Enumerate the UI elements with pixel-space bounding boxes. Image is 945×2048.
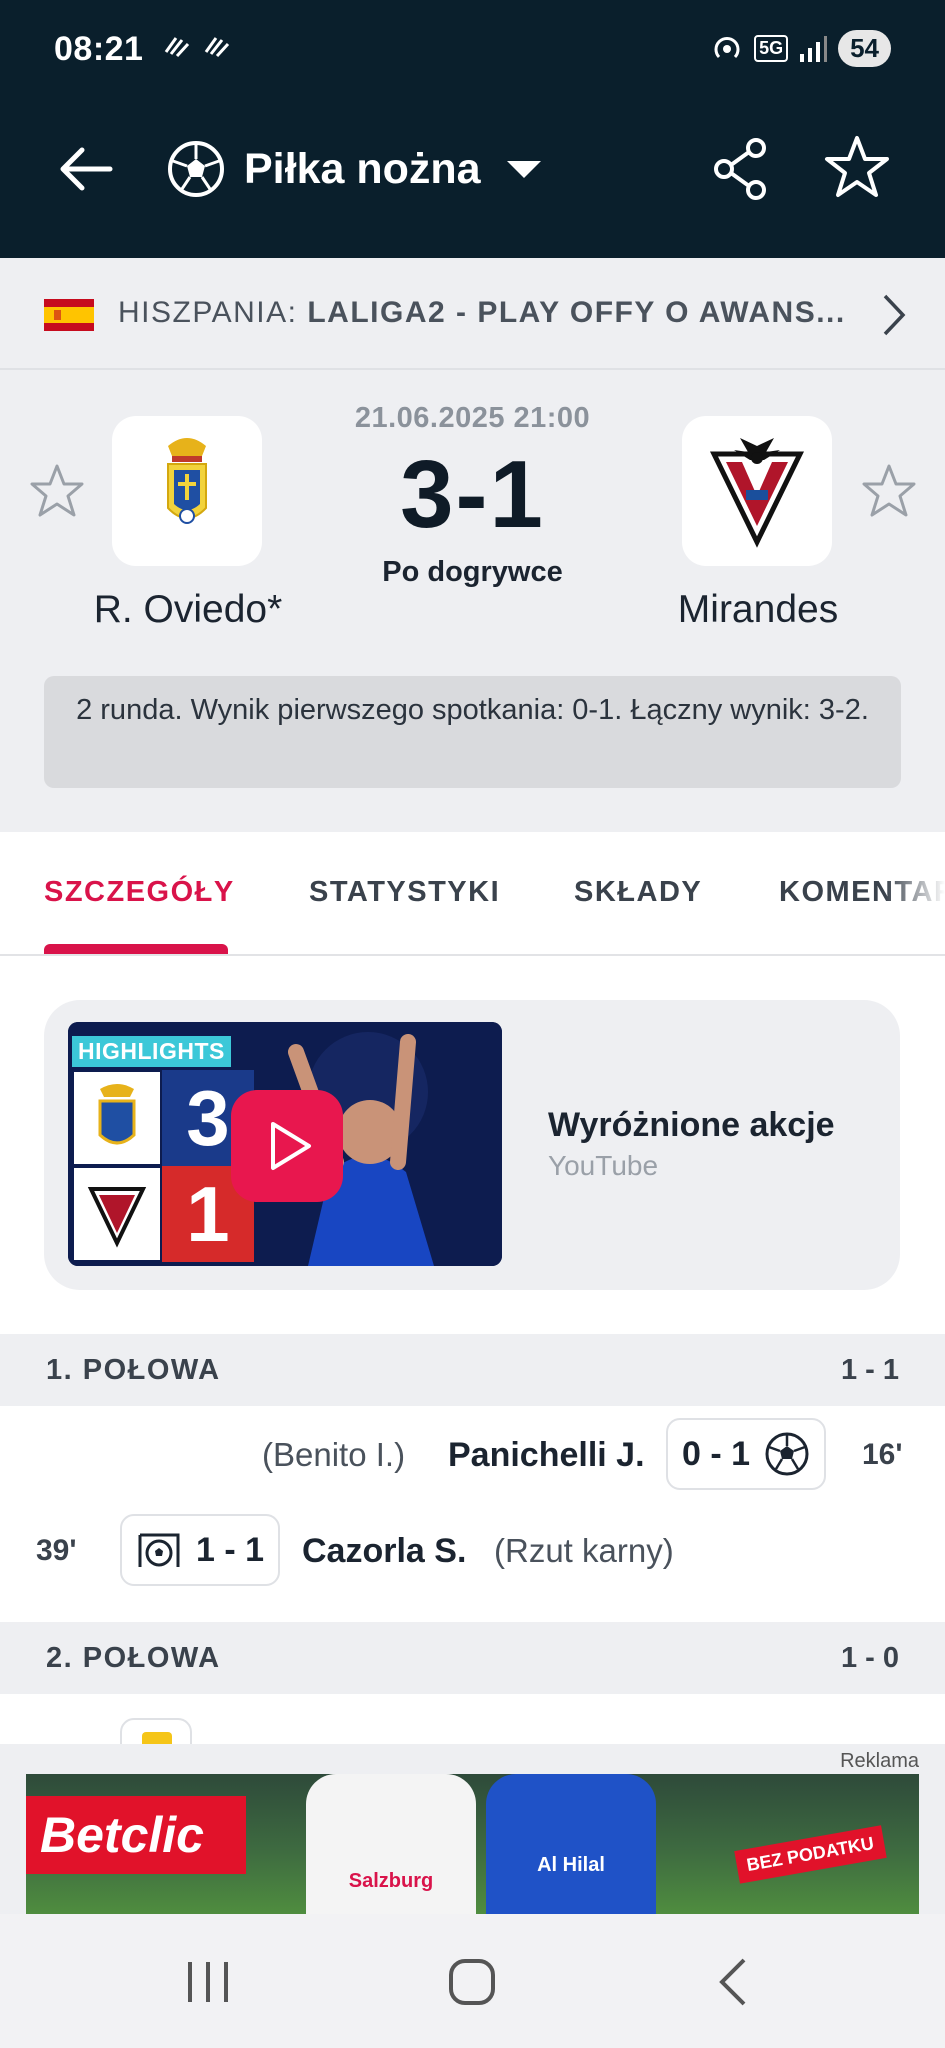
home-favorite-star-icon[interactable]: [28, 462, 86, 520]
event-minute: 39': [36, 1534, 77, 1567]
recent-apps-icon[interactable]: [178, 1954, 238, 2010]
tab-lineups[interactable]: SKŁADY: [574, 876, 702, 909]
app-header: 08:21 5G 54 Piłka nożna: [0, 0, 945, 258]
event-score: 1 - 1: [196, 1530, 265, 1569]
ad-banner[interactable]: Betclic Salzburg Al Hilal BEZ PODATKU: [26, 1774, 919, 1914]
shirt-text: Salzburg: [348, 1870, 434, 1892]
mirandes-thumb-crest: [72, 1166, 162, 1262]
aggregate-info: 2 runda. Wynik pierwszego spotkania: 0-1…: [44, 676, 901, 788]
event-detail: (Rzut karny): [494, 1532, 674, 1569]
status-time: 08:21: [54, 30, 144, 68]
event-score-box: 1 - 1: [120, 1514, 281, 1586]
match-date: 21.06.2025 21:00: [354, 402, 591, 434]
event-row[interactable]: 39' 1 - 1 Cazorla S. (Rzut karny): [0, 1502, 945, 1598]
back-icon[interactable]: [706, 1954, 766, 2010]
period-header: 2. POŁOWA 1 - 0: [0, 1622, 945, 1694]
away-favorite-star-icon[interactable]: [860, 462, 918, 520]
match-score: 3-1: [400, 441, 545, 548]
shirt-image: Al Hilal: [486, 1774, 656, 1914]
chevron-right-icon: [883, 294, 906, 336]
event-assist: (Benito I.): [262, 1436, 406, 1473]
advertisement[interactable]: Reklama Betclic Salzburg Al Hilal BEZ PO…: [0, 1744, 945, 1914]
oviedo-crest-icon: [167, 438, 207, 524]
chevron-down-icon: [506, 160, 541, 178]
video-thumbnail[interactable]: HIGHLIGHTS 3 1: [68, 1022, 502, 1266]
period-header: 1. POŁOWA 1 - 1: [0, 1334, 945, 1406]
oviedo-crest-icon: [98, 1084, 136, 1145]
match-tabs: SZCZEGÓŁY STATYSTYKI SKŁADY KOMENTARZ: [0, 832, 945, 956]
app-notification-icon: [164, 37, 190, 58]
event-score-box: 0 - 1: [666, 1418, 827, 1490]
system-nav-bar: [0, 1914, 945, 2048]
status-bar: 08:21 5G 54: [0, 0, 945, 100]
match-status: Po dogrywce: [382, 556, 563, 588]
signal-icon: [800, 35, 828, 62]
shirt-image: Salzburg: [306, 1774, 476, 1914]
period-label: 1. POŁOWA: [46, 1354, 221, 1386]
tabs-fade: [885, 832, 945, 954]
sport-selector[interactable]: Piłka nożna: [166, 134, 541, 204]
notification-icons: [162, 34, 232, 60]
shirt-text: Al Hilal: [537, 1854, 605, 1876]
league-name: LALIGA2 - PLAY OFFY O AWANS...: [307, 296, 846, 329]
share-icon[interactable]: [712, 134, 772, 204]
event-row[interactable]: (Benito I.) Panichelli J. 0 - 1 16': [0, 1406, 945, 1502]
event-score: 0 - 1: [682, 1434, 751, 1473]
favorite-star-icon[interactable]: [822, 132, 892, 202]
home-icon[interactable]: [442, 1954, 502, 2010]
event-player[interactable]: Cazorla S.: [302, 1532, 466, 1571]
period-score: 1 - 0: [840, 1642, 899, 1674]
thumbnail-crests: [72, 1070, 162, 1262]
spain-flag-icon: [44, 299, 94, 331]
ad-badge: BEZ PODATKU: [734, 1825, 887, 1884]
video-title: Wyróżnione akcje: [548, 1106, 835, 1144]
back-arrow-icon[interactable]: [52, 134, 122, 204]
ad-brand-logo: Betclic: [26, 1796, 246, 1874]
league-title: HISZPANIA: LALIGA2 - PLAY OFFY O AWANS..…: [118, 296, 846, 330]
play-button[interactable]: [231, 1090, 343, 1202]
tab-details[interactable]: SZCZEGÓŁY: [44, 876, 235, 909]
play-icon: [271, 1122, 311, 1170]
home-team-name[interactable]: R. Oviedo*: [58, 588, 318, 632]
ad-label: Reklama: [840, 1750, 919, 1772]
home-team-logo[interactable]: [112, 416, 262, 566]
highlights-card[interactable]: HIGHLIGHTS 3 1 Wyróżnione akcje YouTube: [44, 1000, 900, 1290]
event-player[interactable]: Panichelli J.: [448, 1436, 645, 1475]
period-score: 1 - 1: [840, 1354, 899, 1386]
active-tab-indicator: [44, 944, 228, 954]
hotspot-icon: [714, 36, 740, 58]
mirandes-crest-icon: [87, 1187, 147, 1248]
sport-label: Piłka nożna: [244, 144, 481, 193]
league-row[interactable]: HISZPANIA: LALIGA2 - PLAY OFFY O AWANS..…: [0, 258, 945, 370]
system-icons: 5G 54: [710, 30, 891, 67]
match-details: HIGHLIGHTS 3 1 Wyróżnione akcje YouTube …: [0, 956, 945, 1774]
league-country: HISZPANIA:: [118, 296, 298, 329]
event-minute: 16': [862, 1438, 903, 1471]
soccer-ball-icon: [168, 141, 224, 197]
away-team-logo[interactable]: [682, 416, 832, 566]
penalty-goal-icon: [138, 1533, 180, 1567]
toolbar: Piłka nożna: [0, 110, 945, 230]
match-header: R. Oviedo* 21.06.2025 21:00 3-1 Po dogry…: [0, 372, 945, 832]
oviedo-thumb-crest: [72, 1070, 162, 1166]
away-team-name[interactable]: Mirandes: [628, 588, 888, 632]
battery-indicator: 54: [838, 30, 891, 67]
period-label: 2. POŁOWA: [46, 1642, 221, 1674]
highlights-badge: HIGHLIGHTS: [72, 1036, 231, 1067]
goal-ball-icon: [765, 1432, 809, 1476]
video-source: YouTube: [548, 1150, 659, 1181]
mirandes-crest-icon: [709, 438, 805, 548]
tab-statistics[interactable]: STATYSTYKI: [309, 876, 500, 909]
network-type: 5G: [754, 35, 789, 62]
app-notification-icon: [204, 37, 230, 58]
